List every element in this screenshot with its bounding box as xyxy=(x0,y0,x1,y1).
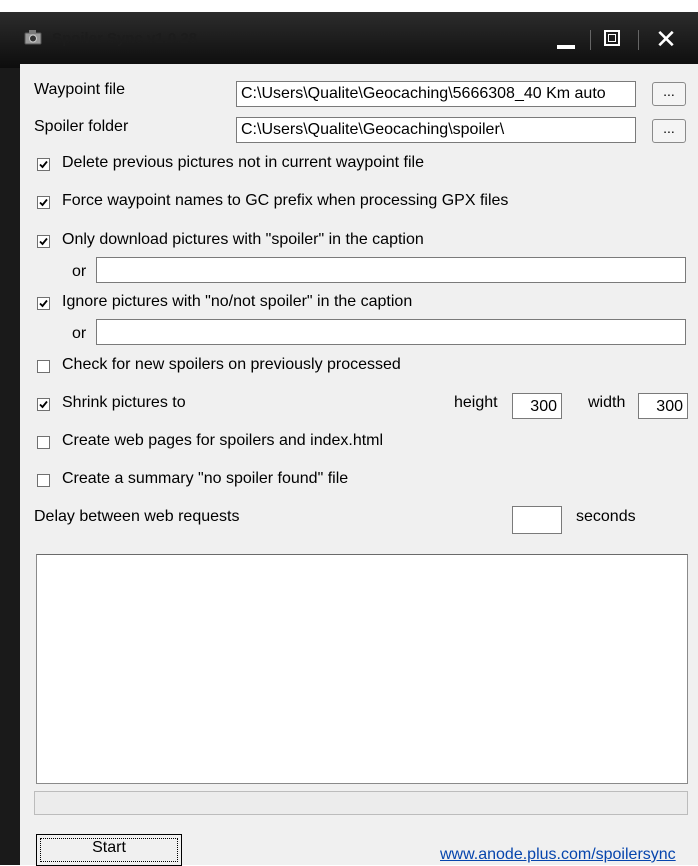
window-title: Spoiler Sync v1.0.28 xyxy=(52,30,198,47)
width-label: width xyxy=(588,394,626,411)
focus-rectangle xyxy=(40,838,178,862)
close-icon: ✕ xyxy=(655,24,677,54)
app-window: Spoiler Sync v1.0.28 ✕ Waypoint file C:\… xyxy=(0,12,698,866)
checkmark-icon xyxy=(39,237,48,246)
client-area: Waypoint file C:\Users\Qualite\Geocachin… xyxy=(20,64,698,866)
height-label: height xyxy=(454,394,498,411)
ignore-pictures-or-label: or xyxy=(72,325,87,342)
close-button[interactable]: ✕ xyxy=(644,22,688,58)
checkmark-icon xyxy=(39,400,48,409)
delay-label: Delay between web requests xyxy=(34,508,240,525)
minimize-icon xyxy=(557,45,575,49)
waypoint-browse-button[interactable]: ... xyxy=(652,82,686,106)
only-download-caption-input[interactable] xyxy=(96,257,686,283)
ignore-pictures-checkbox[interactable] xyxy=(37,297,50,310)
summary-file-checkbox[interactable] xyxy=(37,474,50,487)
website-link[interactable]: www.anode.plus.com/spoilersync xyxy=(440,846,676,864)
only-download-or-label: or xyxy=(72,263,87,280)
only-download-checkbox[interactable] xyxy=(37,235,50,248)
titlebar-separator xyxy=(638,30,639,50)
web-pages-label: Create web pages for spoilers and index.… xyxy=(62,432,384,449)
spoiler-folder-input[interactable]: C:\Users\Qualite\Geocaching\spoiler\ xyxy=(236,117,636,143)
spoiler-folder-browse-button[interactable]: ... xyxy=(652,119,686,143)
shrink-pictures-label: Shrink pictures to xyxy=(62,394,186,411)
log-textarea[interactable] xyxy=(36,554,688,784)
checkmark-icon xyxy=(39,299,48,308)
camera-icon xyxy=(24,30,42,45)
summary-file-label: Create a summary "no spoiler found" file xyxy=(62,470,349,487)
width-input[interactable]: 300 xyxy=(638,393,688,419)
force-gc-prefix-checkbox[interactable] xyxy=(37,196,50,209)
check-new-spoilers-checkbox[interactable] xyxy=(37,360,50,373)
title-bar[interactable]: Spoiler Sync v1.0.28 ✕ xyxy=(0,12,698,68)
progress-bar xyxy=(34,791,688,815)
shrink-pictures-checkbox[interactable] xyxy=(37,398,50,411)
force-gc-prefix-label: Force waypoint names to GC prefix when p… xyxy=(62,192,509,209)
maximize-button[interactable] xyxy=(596,22,632,58)
web-pages-checkbox[interactable] xyxy=(37,436,50,449)
maximize-inner xyxy=(608,34,616,42)
spoiler-folder-label: Spoiler folder xyxy=(34,118,129,135)
only-download-label: Only download pictures with "spoiler" in… xyxy=(62,231,424,248)
titlebar-separator xyxy=(590,30,591,50)
ignore-pictures-caption-input[interactable] xyxy=(96,319,686,345)
delay-input[interactable] xyxy=(512,506,562,534)
waypoint-file-label: Waypoint file xyxy=(34,81,125,98)
checkmark-icon xyxy=(39,160,48,169)
checkmark-icon xyxy=(39,198,48,207)
check-new-spoilers-label: Check for new spoilers on previously pro… xyxy=(62,356,401,373)
delete-previous-checkbox[interactable] xyxy=(37,158,50,171)
start-button[interactable]: Start xyxy=(36,834,182,866)
ignore-pictures-label: Ignore pictures with "no/not spoiler" in… xyxy=(62,293,413,310)
delete-previous-label: Delete previous pictures not in current … xyxy=(62,154,424,171)
delay-unit-label: seconds xyxy=(576,508,636,525)
waypoint-file-input[interactable]: C:\Users\Qualite\Geocaching\5666308_40 K… xyxy=(236,81,636,107)
height-input[interactable]: 300 xyxy=(512,393,562,419)
minimize-button[interactable] xyxy=(542,22,586,58)
